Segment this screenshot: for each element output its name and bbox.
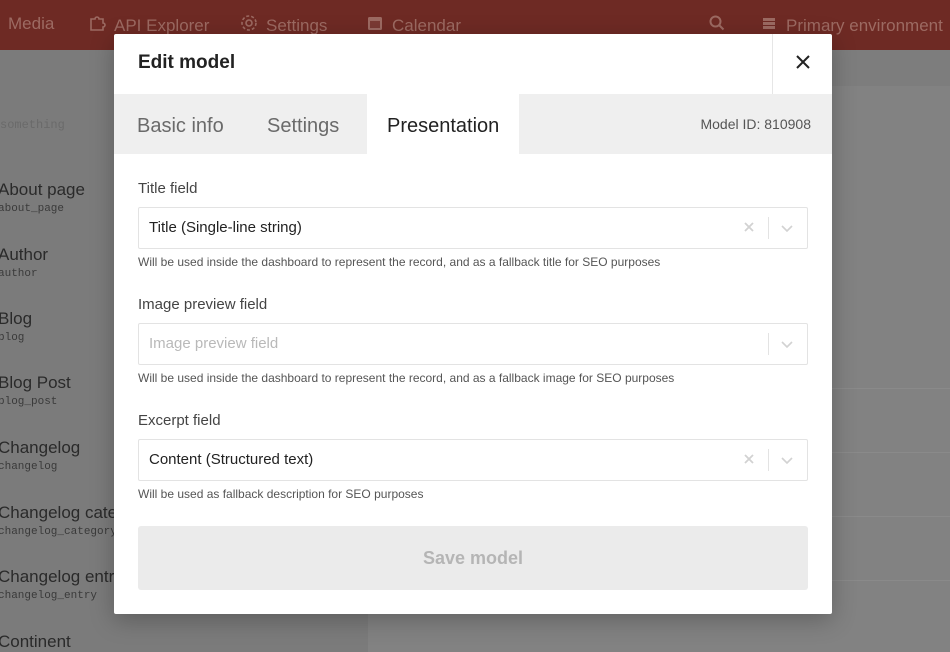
excerpt-field-select[interactable]: Content (Structured text) xyxy=(138,439,808,481)
nav-item-label: Calendar xyxy=(392,15,461,35)
nav-item-media[interactable]: Media xyxy=(8,14,54,34)
chevron-down-icon[interactable] xyxy=(779,220,795,236)
tab-presentation[interactable]: Presentation xyxy=(367,94,520,154)
sidebar-item-continent[interactable]: Continent xyxy=(0,632,71,652)
sidebar-item-blog-post[interactable]: Blog Post blog_post xyxy=(0,373,71,408)
model-name: Changelog entry xyxy=(0,567,123,586)
sidebar-item-author[interactable]: Author author xyxy=(0,245,48,280)
clear-icon[interactable] xyxy=(741,219,757,235)
divider xyxy=(768,449,769,471)
dialog-tabs: Basic info Settings Presentation Model I… xyxy=(114,94,832,154)
clear-icon[interactable] xyxy=(741,451,757,467)
model-id-label: Model ID: 810908 xyxy=(700,116,811,132)
title-field-label: Title field xyxy=(138,180,198,197)
title-field-select[interactable]: Title (Single-line string) xyxy=(138,207,808,249)
nav-item-label: Media xyxy=(8,14,55,33)
select-value: Title (Single-line string) xyxy=(149,219,302,236)
model-name: Author xyxy=(0,245,49,264)
model-name: Changelog xyxy=(0,438,81,457)
chevron-down-icon[interactable] xyxy=(779,336,795,352)
puzzle-icon xyxy=(88,14,106,37)
dialog-header: Edit model xyxy=(114,34,832,94)
sidebar-filter-input[interactable]: something xyxy=(0,118,65,132)
close-icon xyxy=(795,54,811,75)
sidebar-item-about-page[interactable]: About page about_page xyxy=(0,180,85,215)
close-button[interactable] xyxy=(772,34,832,94)
model-api-key: changelog xyxy=(0,461,58,473)
edit-model-dialog: Edit model Basic info Settings Presentat… xyxy=(114,34,832,614)
model-api-key: author xyxy=(0,268,38,280)
excerpt-field-hint: Will be used as fallback description for… xyxy=(138,487,424,501)
chevron-down-icon[interactable] xyxy=(779,452,795,468)
model-api-key: blog_post xyxy=(0,396,58,408)
title-field-hint: Will be used inside the dashboard to rep… xyxy=(138,255,661,269)
model-name: Blog Post xyxy=(0,373,71,392)
sidebar-item-blog[interactable]: Blog blog xyxy=(0,309,32,344)
image-preview-field-label: Image preview field xyxy=(138,296,268,313)
model-name: Blog xyxy=(0,309,33,328)
dialog-title: Edit model xyxy=(138,52,236,73)
nav-item-label: API Explorer xyxy=(114,15,210,35)
search-icon[interactable] xyxy=(708,14,726,32)
model-name: About page xyxy=(0,180,85,199)
image-preview-field-hint: Will be used inside the dashboard to rep… xyxy=(138,371,675,385)
tab-basic-info[interactable]: Basic info xyxy=(117,94,244,154)
nav-item-label: Settings xyxy=(266,15,328,35)
model-api-key: about_page xyxy=(0,203,65,215)
image-preview-field-select[interactable]: Image preview field xyxy=(138,323,808,365)
excerpt-field-label: Excerpt field xyxy=(138,412,221,429)
model-name: Continent xyxy=(0,632,71,651)
tab-settings[interactable]: Settings xyxy=(247,94,359,154)
sidebar-item-changelog[interactable]: Changelog changelog xyxy=(0,438,80,473)
divider xyxy=(768,333,769,355)
environment-label: Primary environment xyxy=(786,15,943,35)
select-value: Content (Structured text) xyxy=(149,451,314,468)
divider xyxy=(768,217,769,239)
save-model-button[interactable]: Save model xyxy=(138,526,808,590)
select-placeholder: Image preview field xyxy=(149,335,279,352)
model-api-key: changelog_entry xyxy=(0,590,98,602)
sidebar-item-changelog-entry[interactable]: Changelog entry changelog_entry xyxy=(0,567,123,602)
model-api-key: blog xyxy=(0,332,25,344)
